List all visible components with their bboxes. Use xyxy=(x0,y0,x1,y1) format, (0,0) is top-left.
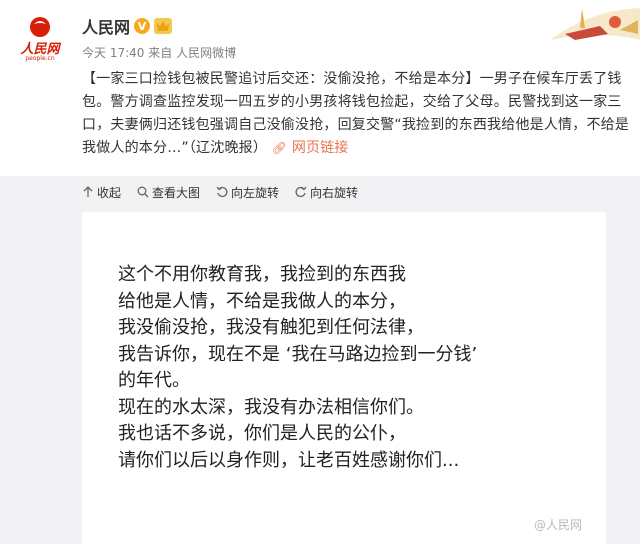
post-body-text: 【一家三口捡钱包被民警追讨后交还：没偷没抢，不给是本分】一男子在候车厅丢了钱包。… xyxy=(82,71,630,156)
rotate-right-button[interactable]: 向右旋转 xyxy=(295,184,358,201)
arrow-up-icon xyxy=(83,186,93,197)
magnifier-icon xyxy=(137,186,149,198)
author-name-row: 人民网 V xyxy=(82,14,173,38)
rotate-right-icon xyxy=(295,186,307,198)
collapse-label: 收起 xyxy=(97,185,122,200)
avatar-logo-subtext: people.cn xyxy=(25,55,55,62)
image-text-line: 现在的水太深，我没有办法相信你们。 xyxy=(118,396,424,418)
verified-badge-icon[interactable]: V xyxy=(134,18,151,34)
member-badge-icon[interactable] xyxy=(154,18,173,34)
view-large-button[interactable]: 查看大图 xyxy=(137,184,200,201)
avatar[interactable]: 人民网 people.cn xyxy=(14,14,66,66)
image-text-line: 我告诉你，现在不是 ‘我在马路边捡到一分钱’ xyxy=(118,343,478,365)
web-link[interactable]: 网页链接 xyxy=(292,140,349,156)
post-time[interactable]: 今天 17:40 xyxy=(82,46,144,60)
image-text-line: 这个不用你教育我，我捡到的东西我 xyxy=(118,264,406,285)
image-toolbar: 收起 查看大图 向左旋转 向右旋转 xyxy=(82,180,358,204)
image-text-line: 我也话不多说，你们是人民的公仆， xyxy=(118,423,406,444)
image-text-line: 请你们以后以身作则，让老百姓感谢你们... xyxy=(118,449,460,471)
festive-decoration-icon xyxy=(550,8,640,40)
collapse-button[interactable]: 收起 xyxy=(82,184,121,201)
post-body: 【一家三口捡钱包被民警追讨后交还：没偷没抢，不给是本分】一男子在候车厅丢了钱包。… xyxy=(82,68,630,160)
rotate-left-button[interactable]: 向左旋转 xyxy=(216,184,279,201)
image-text-line: 我没偷没抢，我没有触犯到任何法律， xyxy=(118,317,424,338)
post-image-text: 这个不用你教育我，我捡到的东西我 给他是人情，不给是我做人的本分， 我没偷没抢，… xyxy=(118,262,598,474)
image-watermark: @人民网 xyxy=(534,518,583,532)
link-icon[interactable]: 🔗︎ xyxy=(272,141,287,155)
view-large-label: 查看大图 xyxy=(152,185,201,200)
image-text-line: 的年代。 xyxy=(118,370,190,391)
rotate-left-icon xyxy=(216,186,228,198)
rotate-left-label: 向左旋转 xyxy=(231,185,280,200)
post-source[interactable]: 人民网微博 xyxy=(176,46,236,60)
author-name[interactable]: 人民网 xyxy=(82,14,130,38)
rotate-right-label: 向右旋转 xyxy=(310,185,359,200)
post-meta: 今天 17:40 来自 人民网微博 xyxy=(82,44,236,61)
weibo-post-header: 人民网 people.cn 人民网 V 今天 17:40 来自 人民网微博 【一… xyxy=(0,0,640,176)
image-text-line: 给他是人情，不给是我做人的本分， xyxy=(118,290,406,312)
post-from-label: 来自 xyxy=(148,46,173,60)
